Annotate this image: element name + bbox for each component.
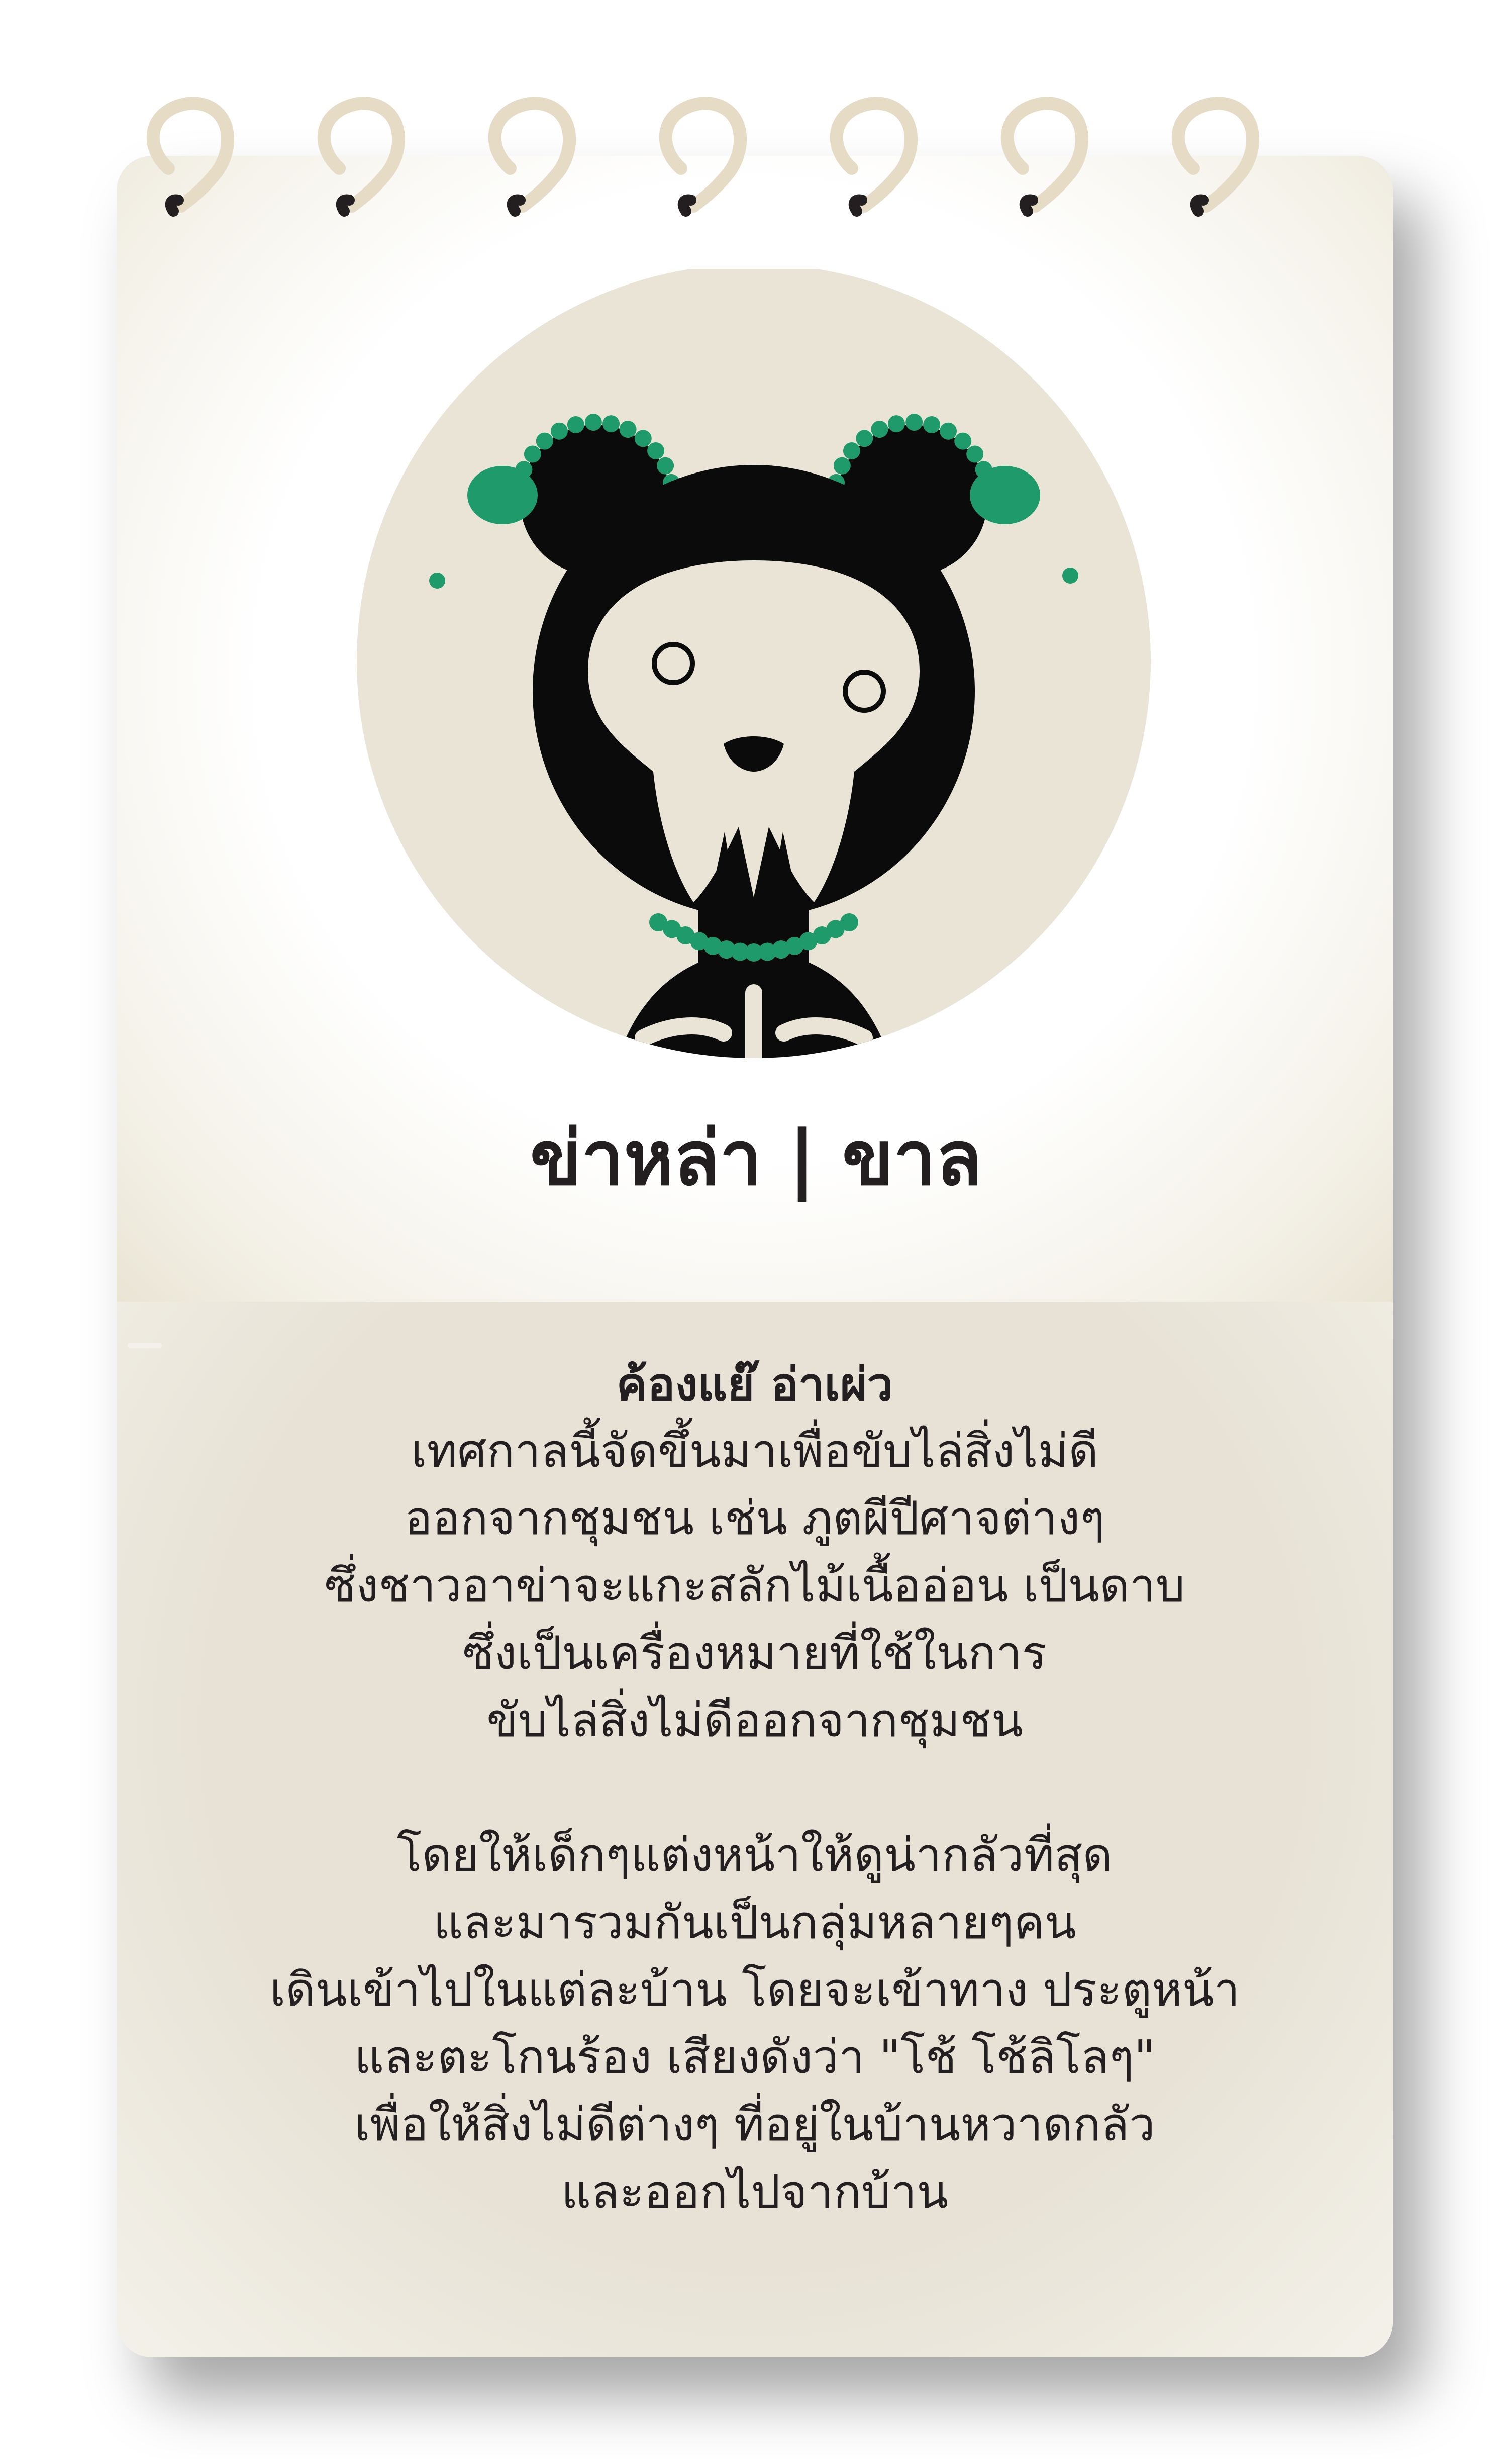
bead: [840, 913, 858, 931]
eye-left: [652, 642, 695, 685]
bead: [856, 430, 873, 447]
bead: [647, 442, 665, 459]
bead: [833, 457, 851, 475]
dot-right: [1062, 568, 1078, 584]
ear-tuft-left: [467, 466, 538, 524]
bead: [905, 414, 923, 431]
text-line: เดินเข้าไปในแต่ละบ้าน โดยจะเข้าทาง ประตู…: [269, 1963, 1240, 2017]
bead: [843, 442, 860, 459]
ear-tuft-right: [970, 466, 1040, 524]
bead: [524, 445, 541, 463]
text-line: ซึ่งชาวอาข่าจะแกะสลักไม้เนื้ออ่อน เป็นดา…: [324, 1559, 1185, 1613]
bead: [954, 432, 972, 450]
text-line: ขับไล่สิ่งไม่ดีออกจากชุมชน: [486, 1693, 1023, 1747]
bead: [536, 432, 553, 450]
text-line: เพื่อให้สิ่งไม่ดีต่างๆ ที่อยู่ในบ้านหวาด…: [354, 2098, 1155, 2151]
bead: [923, 416, 941, 434]
text-line: เทศกาลนี้จัดขึ้นมาเพื่อขับไล่สิ่งไม่ดี: [411, 1424, 1098, 1478]
bead: [602, 415, 620, 433]
eye-right: [843, 670, 886, 713]
bead: [584, 414, 602, 431]
dot-left: [429, 573, 445, 589]
page-title: ข่าหล่า | ขาล: [530, 1115, 982, 1202]
bead: [657, 457, 674, 475]
text-line: โดยให้เด็กๆแต่งหน้าให้ดูน่ากลัวที่สุด: [396, 1828, 1113, 1882]
text-line: ออกจากชุมชน เช่น ภูตผีปีศาจต่างๆ: [405, 1491, 1105, 1545]
bead: [619, 421, 637, 438]
bead: [871, 421, 888, 438]
bead: [567, 416, 584, 434]
paragraph-1: เทศกาลนี้จัดขึ้นมาเพื่อขับไล่สิ่งไม่ดี อ…: [117, 1417, 1393, 1754]
bead: [966, 445, 984, 463]
bead: [940, 422, 957, 440]
subtitle: ค้องแย๊ อ่าเผ่ว: [616, 1358, 893, 1411]
paragraph-2: โดยให้เด็กๆแต่งหน้าให้ดูน่ากลัวที่สุด แล…: [117, 1822, 1393, 2226]
text-line: และตะโกนร้อง เสียงดังว่า "โช้ โช้ลิโลๆ": [354, 2030, 1155, 2084]
decorative-dash: [128, 1343, 162, 1348]
bead: [887, 415, 905, 433]
bead: [550, 422, 568, 440]
text-line: และออกไปจากบ้าน: [561, 2165, 949, 2219]
tiger-skull-mask-illustration: [357, 269, 1151, 1058]
bead: [634, 430, 652, 447]
text-line: และมารวมกันเป็นกลุ่มหลายๆคน: [433, 1896, 1076, 1949]
description-block: ค้องแย๊ อ่าเผ่ว เทศกาลนี้จัดขึ้นมาเพื่อข…: [117, 1352, 1393, 2226]
text-line: ซึ่งเป็นเครื่องหมายที่ใช้ในการ: [462, 1626, 1047, 1680]
